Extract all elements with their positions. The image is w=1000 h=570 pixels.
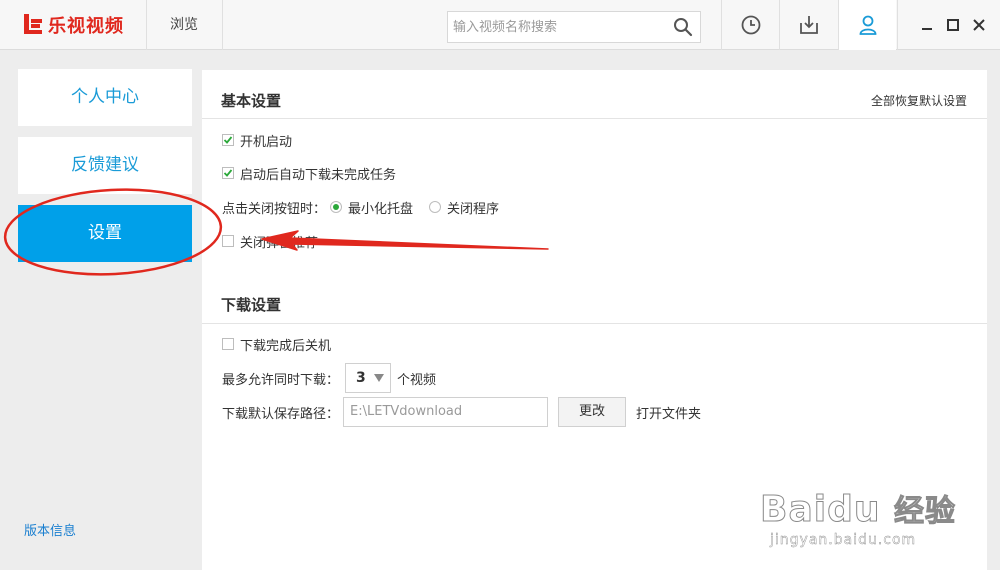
- open-folder-link[interactable]: 打开文件夹: [636, 403, 701, 422]
- auto-download-option[interactable]: 启动后自动下载未完成任务: [222, 163, 396, 183]
- max-concurrent-select[interactable]: 3: [345, 363, 392, 393]
- max-concurrent-row: 最多允许同时下载： 3 个视频: [222, 363, 437, 393]
- nav-browse[interactable]: 浏览: [146, 0, 222, 50]
- watermark-cn: 经验: [894, 494, 957, 530]
- user-icon: [859, 15, 876, 35]
- divider: [222, 0, 223, 50]
- close-popup-recommend-label: 关闭弹窗推荐: [240, 235, 319, 251]
- autostart-checkbox[interactable]: [222, 134, 234, 146]
- history-button[interactable]: [721, 0, 779, 50]
- app-title: 乐视视频: [48, 16, 124, 37]
- close-action-row: 点击关闭按钮时： 最小化托盘 关闭程序: [222, 197, 499, 217]
- maximize-button[interactable]: [940, 10, 966, 40]
- search-button[interactable]: [666, 12, 700, 42]
- user-center-button[interactable]: [838, 0, 896, 50]
- close-button[interactable]: [966, 10, 992, 40]
- shutdown-after-checkbox[interactable]: [222, 338, 234, 350]
- divider: [202, 323, 987, 324]
- check-icon: [223, 169, 233, 177]
- save-path-label: 下载默认保存路径：: [222, 406, 340, 422]
- maximize-icon: [947, 19, 959, 31]
- dropdown-arrow-icon: [374, 374, 385, 382]
- version-info-link[interactable]: 版本信息: [24, 520, 76, 539]
- close-icon: [973, 19, 985, 31]
- watermark-brand: Bai: [759, 489, 828, 531]
- sidebar: 个人中心 反馈建议 设置 版本信息: [0, 51, 202, 570]
- history-icon: [741, 15, 760, 35]
- app-logo[interactable]: 乐视视频: [22, 11, 124, 39]
- restore-defaults-link[interactable]: 全部恢复默认设置: [871, 92, 967, 109]
- close-popup-recommend-checkbox[interactable]: [222, 235, 234, 247]
- close-program-label[interactable]: 关闭程序: [447, 198, 499, 217]
- watermark-brand-du: du: [827, 489, 881, 531]
- download-manager-button[interactable]: [779, 0, 837, 50]
- close-program-radio[interactable]: [429, 201, 442, 213]
- close-action-label: 点击关闭按钮时：: [222, 201, 327, 217]
- divider: [897, 0, 898, 50]
- download-settings-title: 下载设置: [221, 296, 282, 314]
- close-popup-recommend-option[interactable]: 关闭弹窗推荐: [222, 231, 318, 251]
- change-path-button[interactable]: 更改: [558, 397, 627, 427]
- autostart-option[interactable]: 开机启动: [222, 130, 292, 150]
- search-icon: [674, 18, 693, 37]
- max-concurrent-label: 最多允许同时下载：: [222, 372, 340, 388]
- basic-settings-title: 基本设置: [221, 92, 282, 110]
- minimize-tray-radio[interactable]: [330, 201, 343, 213]
- max-concurrent-unit: 个视频: [397, 372, 437, 388]
- search-box: [447, 11, 701, 43]
- autostart-label: 开机启动: [240, 134, 293, 150]
- shutdown-after-option[interactable]: 下载完成后关机: [222, 334, 331, 354]
- radio-dot: [333, 204, 340, 210]
- minimize-button[interactable]: [914, 10, 940, 40]
- watermark-url: jingyan.baidu.com: [770, 532, 917, 548]
- baidu-watermark: Baidu 经验 jingyan.baidu.com: [759, 462, 990, 552]
- search-input[interactable]: [448, 12, 666, 42]
- check-icon: [223, 136, 233, 144]
- save-path-row: 下载默认保存路径： E:\LETVdownload 更改 打开文件夹: [222, 397, 701, 427]
- shutdown-after-label: 下载完成后关机: [240, 338, 332, 354]
- save-path-field[interactable]: E:\LETVdownload: [343, 397, 549, 427]
- window-controls: [914, 0, 992, 50]
- sidebar-item-settings[interactable]: 设置: [18, 205, 192, 262]
- title-bar: 乐视视频 浏览: [0, 0, 1000, 50]
- minimize-icon: [922, 28, 932, 30]
- auto-download-label: 启动后自动下载未完成任务: [240, 167, 397, 183]
- sidebar-item-personal-center[interactable]: 个人中心: [18, 69, 192, 126]
- minimize-tray-label[interactable]: 最小化托盘: [348, 198, 413, 217]
- sidebar-item-feedback[interactable]: 反馈建议: [18, 137, 192, 194]
- download-icon: [799, 16, 818, 34]
- divider: [202, 118, 987, 119]
- letv-logo-icon: [24, 14, 42, 34]
- max-concurrent-value: 3: [356, 370, 366, 386]
- auto-download-checkbox[interactable]: [222, 167, 234, 179]
